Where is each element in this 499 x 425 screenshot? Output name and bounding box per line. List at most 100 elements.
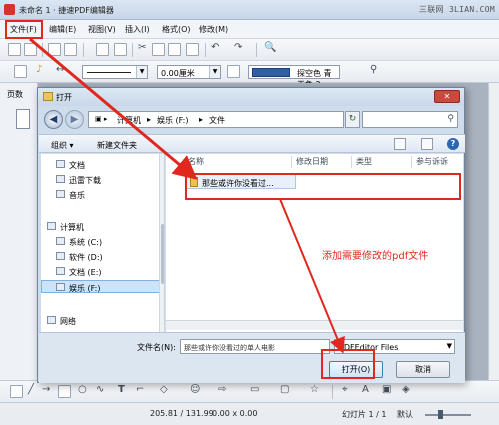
fontwork-icon[interactable]: A — [362, 384, 369, 395]
breadcrumb-folder[interactable]: 文件 — [209, 115, 225, 126]
nav-item-drive-f[interactable]: 娱乐 (F:) — [41, 280, 164, 293]
save-icon[interactable] — [48, 43, 61, 56]
open-icon[interactable] — [24, 43, 37, 56]
open-button-highlight — [321, 349, 375, 379]
callouts-icon[interactable]: ▢ — [280, 384, 289, 395]
block-arrows-icon[interactable]: ⇨ — [218, 384, 226, 395]
column-separator — [291, 156, 292, 168]
line-style-icon[interactable] — [14, 65, 27, 78]
text-tool-icon[interactable]: T — [118, 384, 125, 395]
toolbar-separator — [205, 43, 206, 57]
annotation-text: 添加需要修改的pdf文件 — [322, 251, 429, 262]
column-date[interactable]: 修改日期 — [296, 156, 328, 168]
nav-item-network[interactable]: 网络 — [41, 314, 164, 327]
save-as-icon[interactable] — [64, 43, 77, 56]
preview-pane-icon[interactable] — [421, 138, 433, 150]
shapes-tool-icon[interactable]: ◇ — [160, 384, 168, 395]
bell-icon[interactable]: ♪ — [36, 64, 42, 75]
search-input[interactable]: ⚲ — [362, 111, 458, 128]
nav-item-drive-c[interactable]: 系统 (C:) — [41, 235, 164, 248]
export-pdf-icon[interactable] — [96, 43, 109, 56]
cut-icon[interactable]: ✂ — [138, 42, 146, 53]
menu-view[interactable]: 视图(V) — [88, 24, 116, 35]
line-style-combo[interactable]: ▼ — [82, 65, 148, 79]
standard-toolbar: ✂ ↶ ↷ 🔍 — [0, 39, 499, 61]
size-readout: 0.00 x 0.00 — [212, 409, 258, 418]
folder-icon — [43, 92, 53, 101]
zoom-slider[interactable] — [425, 414, 471, 416]
view-options-icon[interactable] — [394, 138, 406, 150]
nav-scroll-thumb[interactable] — [161, 224, 164, 284]
arrow-tool-icon[interactable]: → — [42, 384, 50, 395]
new-document-icon[interactable] — [8, 43, 21, 56]
column-name[interactable]: 名称 — [188, 156, 204, 168]
zoom-icon[interactable]: 🔍 — [264, 42, 276, 53]
menu-edit[interactable]: 编辑(E) — [49, 24, 76, 35]
filename-input[interactable]: 那些或许你没看过的单人电影 — [180, 339, 330, 354]
menu-insert[interactable]: 插入(I) — [125, 24, 150, 35]
nav-item-drive-d[interactable]: 软件 (D:) — [41, 250, 164, 263]
column-type[interactable]: 类型 — [356, 156, 372, 168]
new-folder-button[interactable]: 新建文件夹 — [97, 140, 137, 151]
forward-button[interactable]: ▶ — [65, 110, 84, 129]
symbol-shapes-icon[interactable]: ☺ — [190, 384, 200, 395]
drawing-toolbar: ╱ → ○ ∿ T ⌐ ◇ ☺ ⇨ ▭ ▢ ☆ ⌖ A ▣ ◈ — [0, 380, 499, 402]
column-extra[interactable]: 参与诉诉 — [416, 156, 448, 168]
nav-item-xunlei-downloads[interactable]: 迅雷下载 — [41, 173, 164, 186]
curve-tool-icon[interactable]: ∿ — [96, 384, 104, 395]
clone-format-icon[interactable] — [186, 43, 199, 56]
music-icon — [56, 190, 65, 198]
rectangle-tool-icon[interactable] — [58, 385, 71, 398]
organize-button[interactable]: 组织 ▾ — [51, 140, 74, 151]
extrusion-icon[interactable]: ◈ — [402, 384, 410, 395]
area-icon[interactable]: ⚲ — [370, 64, 377, 75]
menu-format[interactable]: 格式(O) — [162, 24, 191, 35]
chevron-down-icon[interactable]: ▼ — [209, 66, 220, 78]
chevron-down-icon[interactable]: ▼ — [136, 66, 147, 78]
network-icon — [47, 316, 56, 324]
pages-panel: 页数 — [0, 83, 38, 380]
toolbar-separator — [42, 43, 43, 57]
refresh-icon[interactable]: ↻ — [345, 111, 360, 128]
nav-scrollbar[interactable] — [159, 154, 164, 332]
ellipse-tool-icon[interactable]: ○ — [78, 384, 87, 395]
connector-tool-icon[interactable]: ⌐ — [136, 384, 144, 395]
color-combo[interactable]: 探空色 青天色 2 — [248, 65, 340, 89]
close-button[interactable]: ✕ — [434, 90, 460, 103]
back-button[interactable]: ◀ — [44, 110, 63, 129]
chevron-down-icon[interactable]: ▼ — [447, 342, 452, 350]
select-icon[interactable] — [10, 385, 23, 398]
stars-icon[interactable]: ☆ — [310, 384, 319, 395]
menu-modify[interactable]: 修改(M) — [199, 24, 228, 35]
points-icon[interactable]: ⌖ — [342, 384, 348, 395]
address-field[interactable]: ▣ ▸ 计算机 ▸ 娱乐 (F:) ▸ 文件 — [88, 111, 344, 128]
copy-icon[interactable] — [152, 43, 165, 56]
address-bar: ◀ ▶ ▣ ▸ 计算机 ▸ 娱乐 (F:) ▸ 文件 ↻ ⚲ — [42, 109, 460, 131]
dialog-title: 打开 — [56, 93, 72, 102]
zoom-slider-handle[interactable] — [438, 410, 443, 419]
image-icon[interactable]: ▣ — [382, 384, 391, 395]
paste-icon[interactable] — [168, 43, 181, 56]
fill-icon[interactable] — [227, 65, 240, 78]
flowchart-icon[interactable]: ▭ — [250, 384, 259, 395]
breadcrumb-computer[interactable]: 计算机 — [117, 115, 141, 126]
nav-item-documents[interactable]: 文档 — [41, 158, 164, 171]
line-tool-icon[interactable]: ╱ — [28, 384, 34, 395]
nav-item-computer[interactable]: 计算机 — [41, 220, 164, 233]
drive-icon — [56, 267, 65, 275]
print-icon[interactable] — [114, 43, 127, 56]
help-icon[interactable]: ? — [447, 138, 459, 150]
position-readout: 205.81 / 131.99 — [150, 409, 214, 418]
line-width-combo[interactable]: 0.00厘米 ▼ — [157, 65, 221, 79]
drive-icon — [56, 252, 65, 260]
nav-item-drive-e[interactable]: 文档 (E:) — [41, 265, 164, 278]
file-list-horizontal-scrollbar[interactable] — [166, 320, 463, 330]
cancel-button[interactable]: 取消 — [396, 361, 450, 378]
redo-icon[interactable]: ↷ — [234, 42, 242, 53]
page-thumbnail[interactable] — [16, 109, 30, 129]
arrow-style-icon[interactable]: ↔ — [56, 64, 64, 75]
undo-icon[interactable]: ↶ — [211, 42, 219, 53]
nav-item-music[interactable]: 音乐 — [41, 188, 164, 201]
breadcrumb-drive[interactable]: 娱乐 (F:) — [157, 115, 188, 126]
vertical-scrollbar[interactable] — [488, 83, 499, 380]
